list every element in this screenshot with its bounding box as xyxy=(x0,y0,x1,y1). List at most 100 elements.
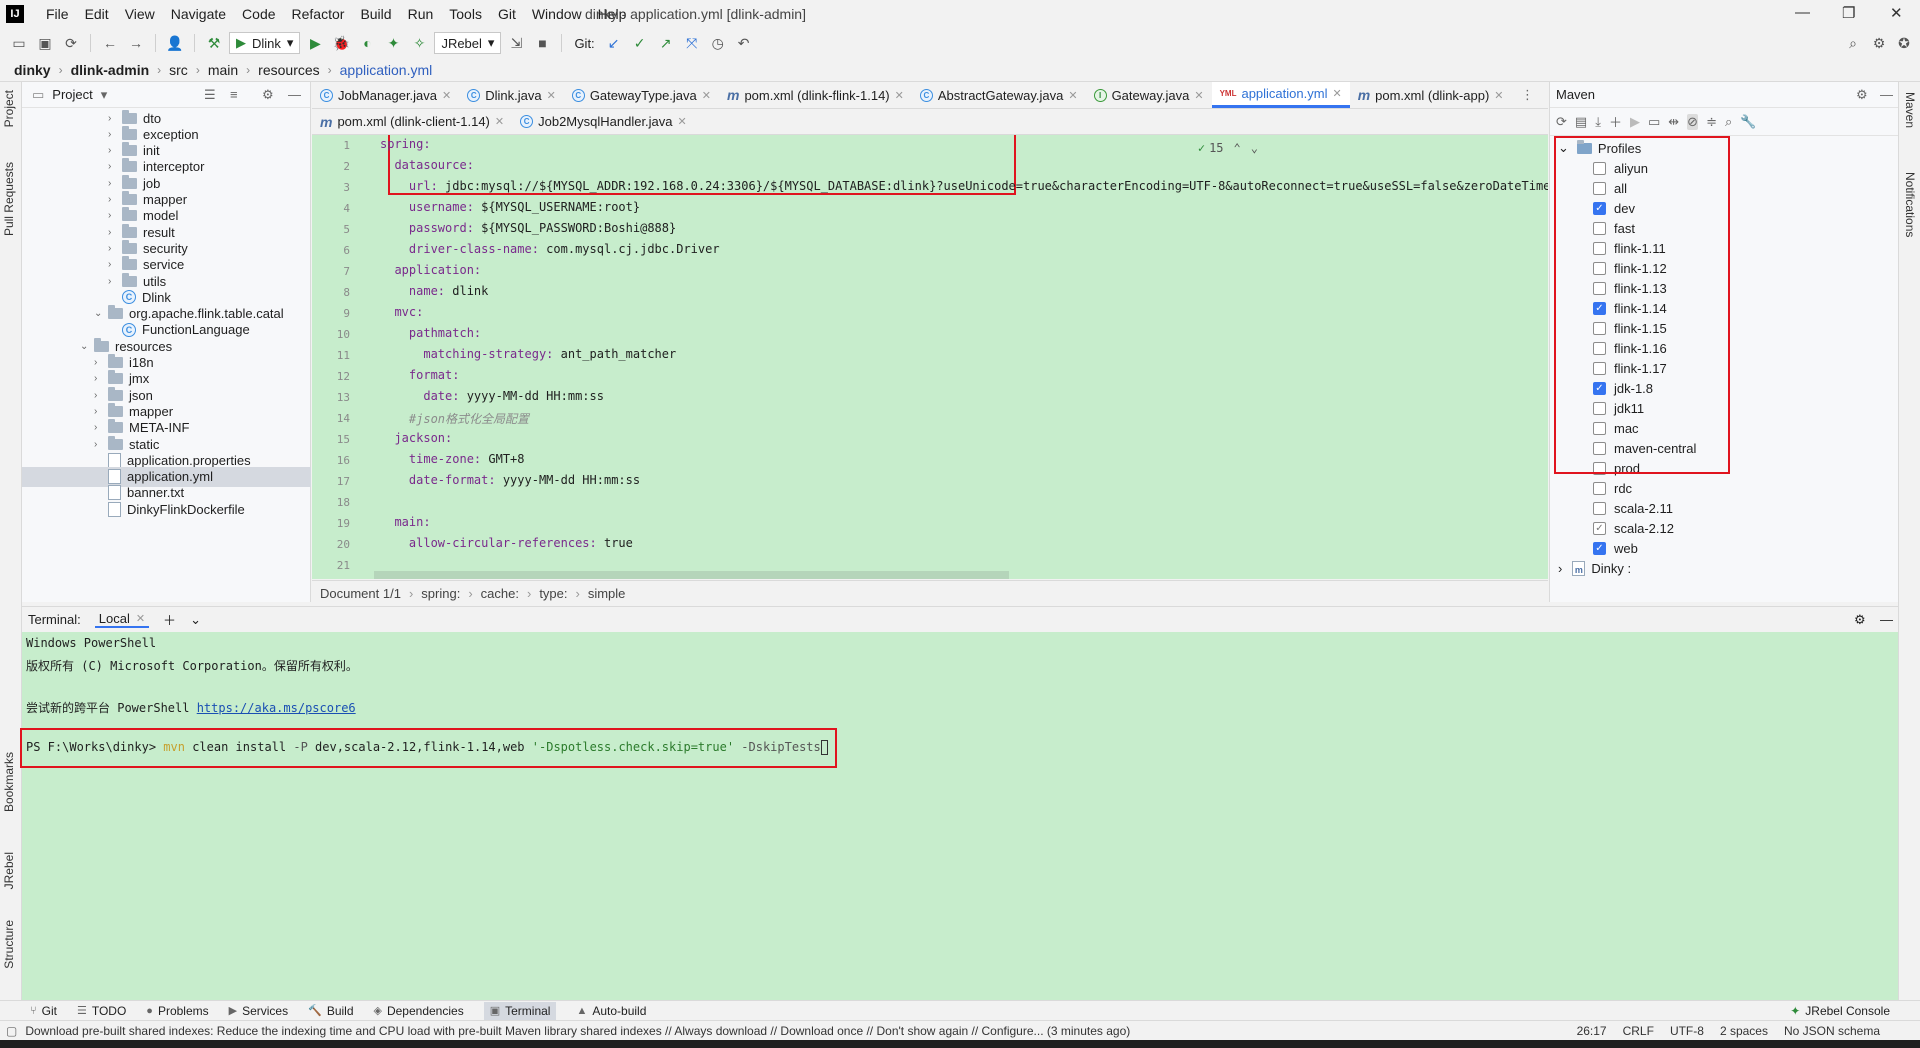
chevron-right-icon[interactable]: › xyxy=(108,161,122,172)
editor-tab[interactable]: I Gateway.java ✕ xyxy=(1086,82,1212,108)
close-icon[interactable]: ✕ xyxy=(495,115,504,128)
toolwindow-build[interactable]: 🔨 Build xyxy=(308,1004,353,1018)
chevron-right-icon[interactable]: › xyxy=(1558,561,1562,576)
close-icon[interactable]: ✕ xyxy=(442,89,451,102)
download-icon[interactable]: ⤓ xyxy=(1595,114,1601,130)
add-icon[interactable]: ＋ xyxy=(1609,112,1622,131)
chevron-right-icon[interactable]: › xyxy=(108,227,122,238)
git-push-icon[interactable]: ↗ xyxy=(655,32,677,54)
stop-icon[interactable]: ■ xyxy=(531,32,553,54)
stripe-bookmarks-tab[interactable]: Bookmarks xyxy=(2,752,16,812)
chevron-right-icon[interactable]: › xyxy=(94,390,108,401)
maven-profile-item[interactable]: rdc xyxy=(1593,478,1632,498)
editor-tab[interactable]: C Job2MysqlHandler.java ✕ xyxy=(512,109,695,134)
toolwindow-dependencies[interactable]: ◈ Dependencies xyxy=(374,1004,464,1018)
gear-icon[interactable]: ⚙ xyxy=(262,87,274,103)
chevron-right-icon[interactable]: › xyxy=(108,145,122,156)
editor-tab[interactable]: C AbstractGateway.java ✕ xyxy=(912,82,1086,108)
chevron-right-icon[interactable]: › xyxy=(108,276,122,287)
status-checkbox-icon[interactable]: ▢ xyxy=(6,1024,17,1038)
caret-position[interactable]: 26:17 xyxy=(1577,1024,1607,1038)
sync-icon[interactable]: ⟳ xyxy=(60,32,82,54)
add-icon[interactable]: ＋ xyxy=(163,610,176,629)
breadcrumb-item[interactable]: main xyxy=(206,62,240,78)
close-icon[interactable]: ✕ xyxy=(1068,89,1077,102)
save-icon[interactable]: ▣ xyxy=(34,32,56,54)
add-folder-icon[interactable]: ▤ xyxy=(1575,114,1587,130)
menu-git[interactable]: Git xyxy=(490,6,524,22)
menu-build[interactable]: Build xyxy=(352,6,399,22)
run-icon[interactable]: ▶ xyxy=(304,32,326,54)
jrebel-run-icon[interactable]: ✦ xyxy=(382,32,404,54)
plugin-icon[interactable]: ✪ xyxy=(1893,32,1915,54)
menu-refactor[interactable]: Refactor xyxy=(284,6,353,22)
menu-file[interactable]: File xyxy=(38,6,77,22)
breadcrumb-item[interactable]: src xyxy=(167,62,190,78)
breadcrumb-item[interactable]: dinky xyxy=(12,62,53,78)
editor-tab[interactable]: C GatewayType.java ✕ xyxy=(564,82,719,108)
editor-path-item[interactable]: simple xyxy=(588,586,626,601)
close-icon[interactable]: ✕ xyxy=(547,89,556,102)
chevron-right-icon[interactable]: › xyxy=(94,357,108,368)
close-icon[interactable]: ✕ xyxy=(702,89,711,102)
breadcrumb-item[interactable]: resources xyxy=(256,62,321,78)
checkbox-checked-icon[interactable]: ✓ xyxy=(1593,541,1606,555)
editor-path-item[interactable]: type: xyxy=(539,586,567,601)
chevron-right-icon[interactable]: › xyxy=(108,259,122,270)
toolwindow-terminal[interactable]: ▣ Terminal xyxy=(483,1001,557,1020)
toolwindow-todo[interactable]: ☰ TODO xyxy=(77,1004,126,1018)
close-icon[interactable]: ✕ xyxy=(678,115,687,128)
forward-icon[interactable]: → xyxy=(125,32,147,54)
breadcrumb-item[interactable]: application.yml xyxy=(338,62,435,78)
project-panel-title[interactable]: Project xyxy=(52,87,92,102)
back-icon[interactable]: ← xyxy=(99,32,121,54)
inspection-widget[interactable]: ✓ 15 ⌃ ⌄ xyxy=(1198,141,1258,155)
chevron-right-icon[interactable]: › xyxy=(94,406,108,417)
tree-item[interactable]: DinkyFlinkDockerfile xyxy=(22,499,311,519)
maven-profile-item[interactable]: scala-2.11 xyxy=(1593,498,1673,518)
git-commit-icon[interactable]: ✓ xyxy=(629,32,651,54)
code-editor[interactable]: ✓ 15 ⌃ ⌄ spring: datasource: url: jdbc:m… xyxy=(374,135,1548,579)
maven-profile-item[interactable]: ✓ scala-2.12 xyxy=(1593,518,1674,538)
close-icon[interactable]: ✕ xyxy=(1194,89,1203,102)
more-tabs-icon[interactable]: ⋮ xyxy=(1521,87,1534,103)
skip-tests-icon[interactable]: ⊘ xyxy=(1687,113,1699,130)
collapse-all-icon[interactable]: ≡ xyxy=(230,87,238,102)
editor-tab[interactable]: YML application.yml ✕ xyxy=(1211,82,1350,108)
terminal-tab-local[interactable]: Local ✕ xyxy=(94,611,150,628)
editor-tab[interactable]: C Dlink.java ✕ xyxy=(459,82,564,108)
user-icon[interactable]: 👤 xyxy=(164,32,186,54)
search-icon[interactable]: ⌕ xyxy=(1842,32,1864,54)
gear-icon[interactable]: ⚙ xyxy=(1856,87,1868,103)
menu-tools[interactable]: Tools xyxy=(441,6,490,22)
stripe-jrebel-tab[interactable]: JRebel xyxy=(2,852,16,889)
editor-tab[interactable]: m pom.xml (dlink-flink-1.14) ✕ xyxy=(719,82,912,108)
line-separator[interactable]: CRLF xyxy=(1623,1024,1654,1038)
chevron-down-icon[interactable]: ⌄ xyxy=(1251,141,1258,155)
checkbox-icon[interactable] xyxy=(1593,481,1606,495)
editor-tab[interactable]: m pom.xml (dlink-app) ✕ xyxy=(1350,82,1512,108)
terminal-output[interactable]: Windows PowerShell 版权所有 (C) Microsoft Co… xyxy=(20,632,1898,1000)
stripe-maven-tab[interactable]: Maven xyxy=(1903,92,1917,128)
toolwindow-services[interactable]: ▶ Services xyxy=(229,1004,288,1018)
chevron-down-icon[interactable]: ⌄ xyxy=(80,341,94,352)
json-schema[interactable]: No JSON schema xyxy=(1784,1024,1880,1038)
reload-icon[interactable]: ⟳ xyxy=(1556,114,1567,130)
jrebel-debug-icon[interactable]: ✧ xyxy=(408,32,430,54)
stripe-project-tab[interactable]: Project xyxy=(2,90,16,127)
toolwindow-auto-build[interactable]: ▲ Auto-build xyxy=(576,1004,646,1018)
chevron-right-icon[interactable]: › xyxy=(108,178,122,189)
hide-panel-icon[interactable]: — xyxy=(288,87,301,102)
run-icon[interactable]: ▶ xyxy=(1630,114,1640,130)
menu-code[interactable]: Code xyxy=(234,6,283,22)
jrebel-update-icon[interactable]: ⇲ xyxy=(505,32,527,54)
chevron-right-icon[interactable]: › xyxy=(94,422,108,433)
horizontal-scrollbar[interactable] xyxy=(374,571,1009,579)
run-config-select[interactable]: ▶ Dlink ▾ xyxy=(229,32,301,54)
menu-window[interactable]: Window xyxy=(524,6,590,22)
maven-project-node[interactable]: › m Dinky : xyxy=(1558,558,1631,578)
editor-tab[interactable]: m pom.xml (dlink-client-1.14) ✕ xyxy=(312,109,512,134)
editor-path-item[interactable]: Document 1/1 xyxy=(320,586,401,601)
jrebel-select[interactable]: JRebel ▾ xyxy=(434,32,502,54)
toggle-offline-icon[interactable]: ⇹ xyxy=(1668,114,1679,130)
